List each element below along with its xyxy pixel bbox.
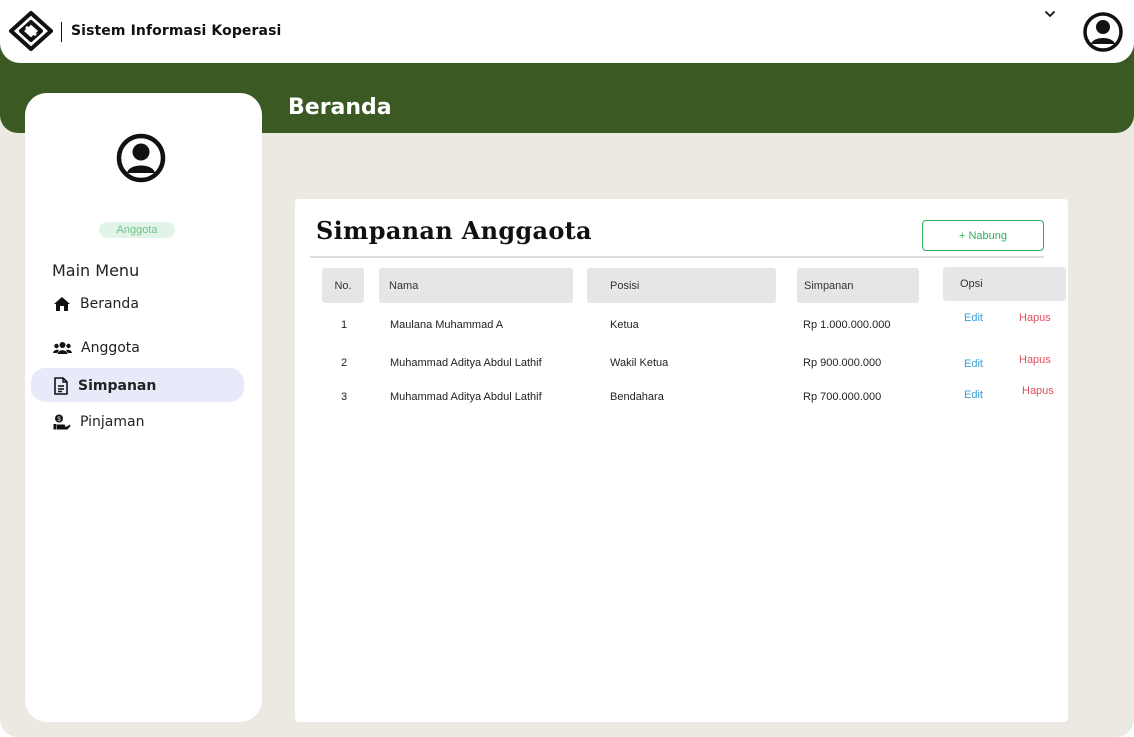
table-cell-posisi: Ketua	[610, 319, 639, 331]
table-cell-no: 1	[341, 319, 348, 331]
column-header-simpanan: Simpanan	[797, 268, 919, 303]
table-cell-no: 3	[341, 391, 348, 403]
chevron-down-icon[interactable]	[1043, 9, 1057, 21]
sidebar-item-anggota[interactable]: Anggota	[53, 340, 140, 356]
title-divider	[310, 256, 1044, 258]
column-header-posisi: Posisi	[587, 268, 776, 303]
nabung-button[interactable]: + Nabung	[922, 220, 1044, 251]
document-icon	[54, 377, 68, 395]
table-cell-posisi: Bendahara	[610, 391, 664, 403]
table-cell-nama: Muhammad Aditya Abdul Lathif	[390, 391, 542, 403]
sidebar-item-label: Simpanan	[78, 378, 157, 394]
card-title: Simpanan Anggaota	[316, 216, 592, 245]
sidebar: Anggota Main Menu Beranda Anggota Simpan…	[25, 93, 262, 722]
column-header-nama: Nama	[379, 268, 573, 303]
sidebar-item-label: Anggota	[81, 340, 140, 356]
edit-link[interactable]: Edit	[964, 389, 983, 401]
diamond-logo-icon[interactable]	[8, 10, 54, 52]
sidebar-item-label: Beranda	[80, 296, 139, 312]
table-cell-simpanan: Rp 900.000.000	[803, 357, 882, 369]
table-cell-nama: Maulana Muhammad A	[390, 319, 504, 331]
edit-link[interactable]: Edit	[964, 312, 983, 324]
table-cell-simpanan: Rp 1.000.000.000	[803, 319, 891, 331]
table-cell-posisi: Wakil Ketua	[610, 357, 669, 369]
page-title: Beranda	[288, 95, 392, 120]
edit-link[interactable]: Edit	[964, 358, 983, 370]
role-badge: Anggota	[99, 222, 175, 238]
sidebar-item-pinjaman[interactable]: $ Pinjaman	[53, 414, 144, 430]
sidebar-item-simpanan[interactable]: Simpanan	[53, 377, 156, 395]
user-circle-icon	[116, 133, 166, 183]
home-icon	[54, 297, 70, 311]
column-header-no: No.	[322, 268, 364, 303]
logo-divider	[61, 22, 62, 42]
delete-link[interactable]: Hapus	[1019, 312, 1051, 324]
savings-card: Simpanan Anggaota + Nabung No. Nama Posi…	[295, 199, 1068, 722]
table-cell-nama: Muhammad Aditya Abdul Lathif	[390, 357, 542, 369]
user-circle-icon[interactable]	[1083, 12, 1123, 52]
menu-heading: Main Menu	[52, 261, 140, 280]
users-icon	[53, 342, 72, 354]
sidebar-item-label: Pinjaman	[80, 414, 145, 430]
hand-coin-icon: $	[53, 414, 71, 430]
sidebar-item-beranda[interactable]: Beranda	[53, 296, 139, 312]
top-bar: Sistem Informasi Koperasi	[0, 0, 1134, 63]
table-cell-no: 2	[341, 357, 348, 369]
app-title: Sistem Informasi Koperasi	[71, 23, 282, 39]
delete-link[interactable]: Hapus	[1019, 354, 1051, 366]
column-header-opsi: Opsi	[943, 267, 1066, 301]
delete-link[interactable]: Hapus	[1022, 385, 1054, 397]
table-cell-simpanan: Rp 700.000.000	[803, 391, 882, 403]
